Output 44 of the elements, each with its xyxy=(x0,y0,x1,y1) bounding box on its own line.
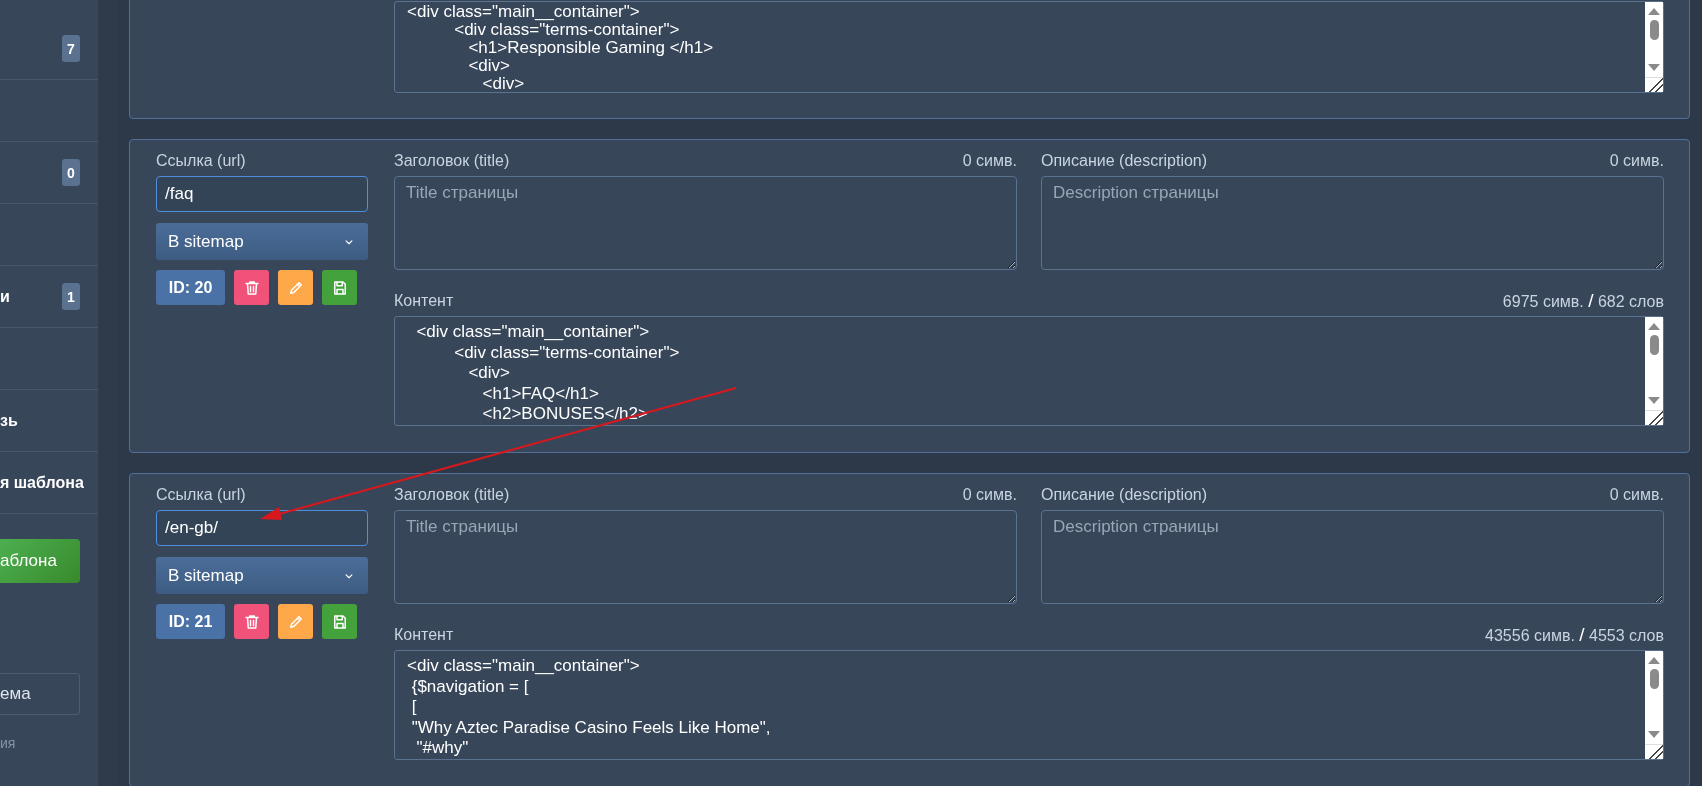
text-field[interactable]: ема xyxy=(0,673,80,715)
char-counter: 0 симв. xyxy=(962,486,1017,504)
save-button[interactable] xyxy=(322,270,357,305)
count-badge: 7 xyxy=(62,35,80,62)
field-label: Контент xyxy=(394,626,454,644)
trash-icon xyxy=(242,278,261,297)
save-button[interactable] xyxy=(322,604,357,639)
sidebar-item-label[interactable]: я шаблона xyxy=(0,473,84,492)
char-counter: 6975 симв. / 682 слов xyxy=(1502,290,1664,312)
content-field[interactable]: <div class="main__container"> {$navigation = [ [ "Why Aztec Paradise Casino Feels Like Home", "#why" xyxy=(394,650,1664,760)
field-label: Заголовок (title) xyxy=(394,152,510,170)
title-field[interactable]: Title страницы xyxy=(394,510,1017,604)
char-counter: 0 симв. xyxy=(1609,152,1664,170)
description-field[interactable]: Description страницы xyxy=(1041,510,1664,604)
char-counter: 0 симв. xyxy=(962,152,1017,170)
scrollbar[interactable] xyxy=(1645,2,1663,92)
id-badge: ID: 20 xyxy=(156,270,225,305)
char-counter: 0 симв. xyxy=(1609,486,1664,504)
title-field[interactable]: Title страницы xyxy=(394,176,1017,270)
scrollbar[interactable] xyxy=(1645,651,1663,759)
field-label: Заголовок (title) xyxy=(394,486,510,504)
hint-text: ия xyxy=(0,735,17,751)
content-field[interactable]: <div class="main__container"> <div class="terms-container"> <h1>Responsible Gaming </h1> <div> <div> xyxy=(394,1,1664,93)
sidebar-item-label[interactable]: зь xyxy=(0,411,18,430)
field-label: Ссылка (url) xyxy=(156,486,246,504)
content-field[interactable]: <div class="main__container"> <div class="terms-container"> <div> <h1>FAQ</h1> <h2>BONUSES</h2> xyxy=(394,316,1664,426)
delete-button[interactable] xyxy=(234,270,269,305)
field-label: Контент xyxy=(394,292,454,310)
delete-button[interactable] xyxy=(234,604,269,639)
description-field[interactable]: Description страницы xyxy=(1041,176,1664,270)
url-field[interactable]: /faq xyxy=(156,176,368,212)
url-field[interactable]: /en-gb/ xyxy=(156,510,368,546)
id-badge: ID: 21 xyxy=(156,604,225,639)
field-label: Описание (description) xyxy=(1041,152,1208,170)
sitemap-select[interactable]: В sitemap xyxy=(156,223,368,260)
sitemap-select[interactable]: В sitemap xyxy=(156,557,368,594)
trash-icon xyxy=(242,612,261,631)
field-label: Ссылка (url) xyxy=(156,152,246,170)
count-badge: 0 xyxy=(62,159,80,186)
scrollbar[interactable] xyxy=(1645,317,1663,425)
count-badge: 1 xyxy=(62,283,80,310)
field-label: Описание (description) xyxy=(1041,486,1208,504)
char-counter: 43556 симв. / 4553 слов xyxy=(1485,624,1664,646)
sidebar-item-label[interactable]: и xyxy=(0,287,10,306)
